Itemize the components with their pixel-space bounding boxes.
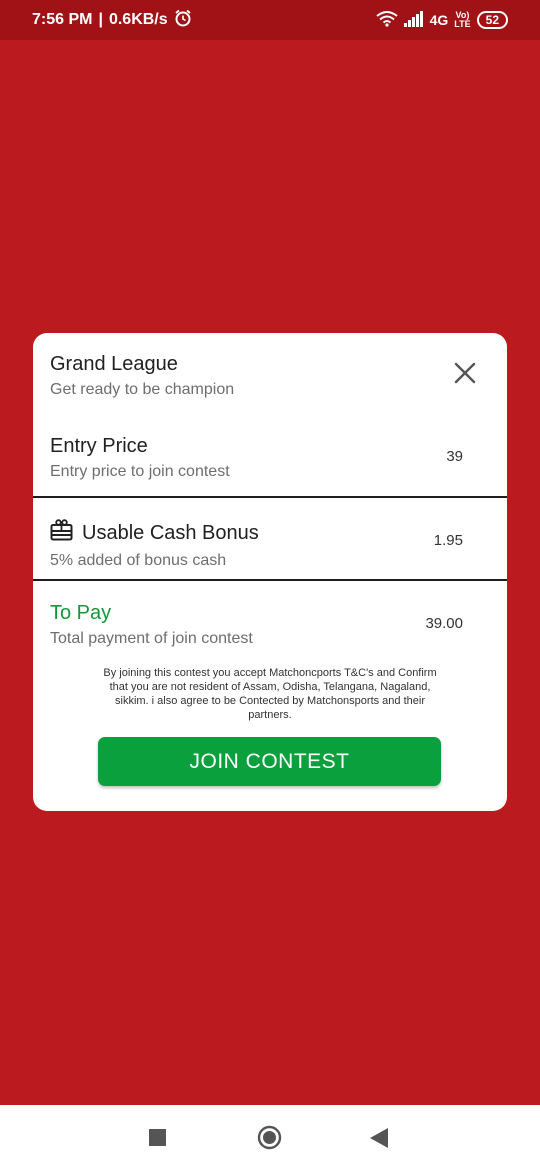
triangle-back-icon — [370, 1128, 388, 1148]
status-separator: | — [98, 11, 103, 28]
volte-bottom: LTE — [454, 19, 471, 29]
divider — [33, 496, 507, 498]
join-contest-button[interactable]: JOIN CONTEST — [98, 737, 441, 786]
recent-apps-button[interactable] — [149, 1129, 166, 1151]
navigation-bar — [0, 1105, 540, 1170]
entry-price-title: Entry Price — [50, 435, 148, 457]
cash-bonus-value: 1.95 — [433, 532, 463, 549]
status-bar: 7:56 PM | 0.6KB/s 4G Vo) LTE 52 — [0, 0, 540, 40]
entry-price-value: 39 — [446, 448, 463, 465]
square-icon — [149, 1129, 166, 1146]
contest-header: Grand League Get ready to be champion — [33, 353, 507, 399]
gift-icon — [50, 519, 73, 547]
contest-subtitle: Get ready to be champion — [50, 381, 235, 398]
circle-icon — [257, 1125, 282, 1150]
signal-icon — [403, 10, 424, 30]
alarm-icon — [174, 9, 192, 32]
join-contest-dialog: Grand League Get ready to be champion En… — [33, 333, 507, 811]
wifi-icon — [375, 10, 398, 30]
cash-bonus-subtitle: 5% added of bonus cash — [50, 552, 227, 569]
status-right: 4G Vo) LTE 52 — [375, 10, 508, 30]
back-button[interactable] — [370, 1128, 388, 1153]
status-time: 7:56 PM — [32, 11, 93, 28]
terms-text: By joining this contest you accept Match… — [103, 667, 437, 721]
contest-title: Grand League — [50, 353, 178, 375]
entry-price-subtitle: Entry price to join contest — [50, 463, 230, 480]
close-icon — [454, 362, 476, 384]
status-left: 7:56 PM | 0.6KB/s — [32, 9, 192, 32]
to-pay-value: 39.00 — [425, 615, 463, 632]
entry-price-row: Entry Price Entry price to join contest — [33, 435, 507, 481]
home-button[interactable] — [257, 1125, 282, 1155]
close-button[interactable] — [451, 359, 479, 387]
network-type: 4G — [429, 12, 449, 28]
divider — [33, 579, 507, 581]
volte-indicator: Vo) LTE — [454, 11, 470, 29]
battery-indicator: 52 — [476, 11, 508, 29]
status-speed: 0.6KB/s — [108, 11, 168, 28]
to-pay-subtitle: Total payment of join contest — [50, 630, 253, 647]
cash-bonus-title: Usable Cash Bonus — [82, 521, 259, 544]
